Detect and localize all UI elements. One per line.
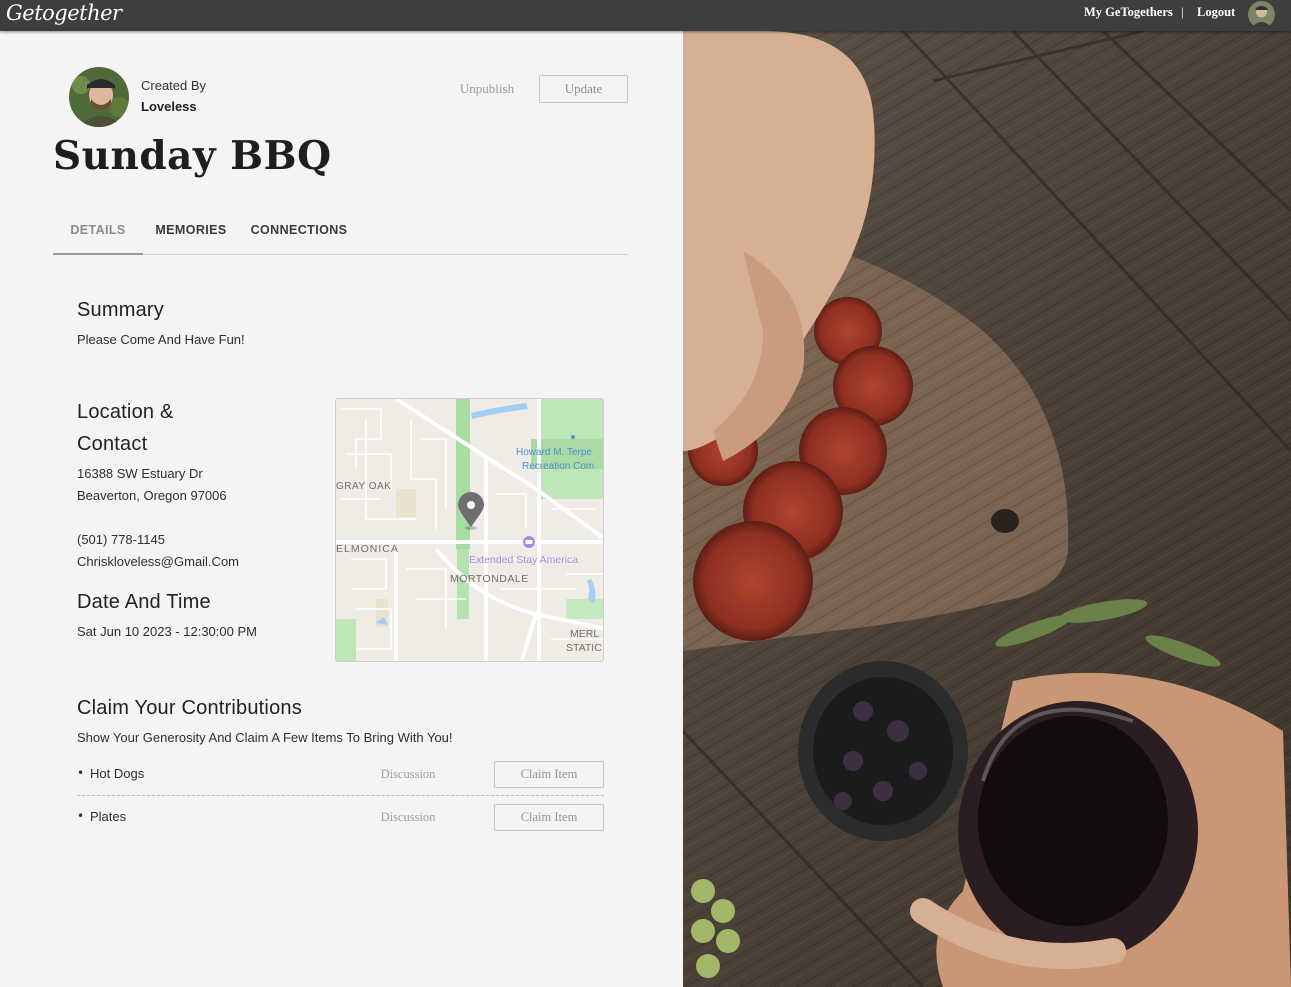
map-label-park-2: Recreation Com [522,461,594,472]
creator-avatar[interactable] [69,67,129,127]
address-line1: 16388 SW Estuary Dr [77,466,203,481]
claim-item-button[interactable]: Claim Item [494,804,604,831]
location-heading-line1: Location & [77,401,174,423]
item-name: Plates [90,809,127,824]
bullet-icon: • [77,809,85,823]
user-avatar-icon[interactable] [1248,1,1275,28]
tab-connections[interactable]: CONNECTIONS [248,213,350,255]
tab-memories[interactable]: MEMORIES [152,213,230,255]
event-cover-photo [683,31,1291,987]
datetime-heading: Date And Time [77,591,211,613]
contributions-heading: Claim Your Contributions [77,697,302,719]
discussion-link[interactable]: Discussion [373,767,443,782]
location-heading-line2: Contact [77,433,148,455]
address-line2: Beaverton, Oregon 97006 [77,488,227,503]
summary-heading: Summary [77,299,164,321]
datetime-value: Sat Jun 10 2023 - 12:30:00 PM [77,624,257,639]
claim-item-button[interactable]: Claim Item [494,761,604,788]
summary-text: Please Come And Have Fun! [77,332,245,347]
map-label-hotel: Extended Stay America [469,554,578,566]
list-item: • Plates Discussion Claim Item [77,804,604,844]
map-label-park: Howard M. Terpe [516,447,592,458]
map-label-mortondale: MORTONDALE [450,573,529,585]
created-by-label: Created By [141,78,207,93]
map-label-elmonica: ELMONICA [336,543,399,555]
item-divider [77,795,604,796]
my-getogethers-link[interactable]: My GeTogethers [1084,5,1173,20]
location-map[interactable]: Howard M. Terpe Recreation Com GRAY OAK … [335,398,604,662]
unpublish-button[interactable]: Unpublish [448,75,526,102]
nav-separator: | [1181,4,1184,19]
email-address: Chriskloveless@Gmail.Com [77,554,240,569]
map-label-merlo: MERL [570,628,599,640]
item-name: Hot Dogs [90,766,145,781]
bullet-icon: • [77,766,85,780]
logout-link[interactable]: Logout [1197,5,1235,20]
event-title: Sunday BBQ [53,133,332,179]
phone-number: (501) 778-1145 [77,532,165,547]
map-label-gray-oak: GRAY OAK [336,481,391,492]
app-logo[interactable]: Getogether [6,1,122,25]
update-button[interactable]: Update [539,75,628,103]
event-details-panel: Created By Loveless Unpublish Update Sun… [0,31,683,987]
top-nav-bar: Getogether My GeTogethers | Logout [0,0,1291,31]
discussion-link[interactable]: Discussion [373,810,443,825]
creator-name[interactable]: Loveless [141,99,197,114]
event-tabs: DETAILS MEMORIES CONNECTIONS [53,213,628,255]
tab-details[interactable]: DETAILS [53,213,143,255]
contributions-subtext: Show Your Generosity And Claim A Few Ite… [77,730,453,745]
map-label-merlo-2: STATIC [566,642,602,654]
